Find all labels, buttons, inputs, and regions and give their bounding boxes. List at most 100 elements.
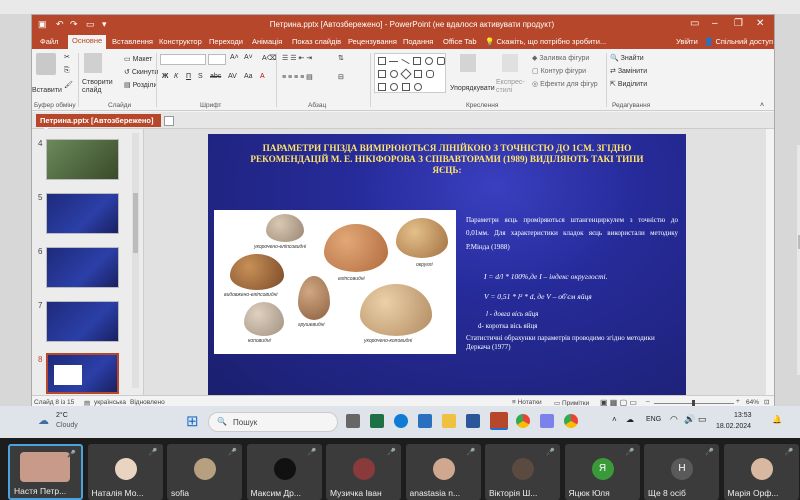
ribbon-options-icon[interactable]: ▭ [690, 18, 699, 29]
slideshow-icon[interactable]: ▭ [86, 19, 95, 30]
font-size-field[interactable] [208, 54, 226, 65]
notes-button[interactable]: ≡ Нотатки [512, 399, 542, 406]
participant-tile[interactable]: 🎤 Музичка Іван [326, 444, 401, 500]
slide-thumbnail-7[interactable] [46, 301, 119, 342]
menu-office-tab[interactable]: Office Tab [443, 37, 477, 46]
layout-button[interactable]: ▭ Макет [124, 55, 152, 63]
shapes-gallery[interactable] [374, 53, 446, 93]
collapse-ribbon-icon[interactable]: ˄ [760, 102, 764, 109]
chrome-icon[interactable] [516, 414, 530, 428]
fit-slide-icon[interactable]: ⊡ [764, 398, 769, 406]
arrange-button[interactable]: Упорядкувати [450, 85, 495, 92]
paste-button[interactable]: Вставити [32, 87, 62, 94]
slide-thumbnail-6[interactable] [46, 247, 119, 288]
copy-icon[interactable]: ⎘ [64, 67, 70, 75]
notifications-icon[interactable]: 🔔 [772, 415, 782, 424]
select-button[interactable]: ⇱ Виділити [610, 80, 647, 88]
zoom-in-icon[interactable]: + [736, 398, 740, 405]
redo-icon[interactable]: ↷ [70, 19, 78, 30]
participant-tile[interactable]: 🎤 Марія Орф... [723, 444, 799, 500]
undo-icon[interactable]: ↶ [56, 19, 64, 30]
input-language[interactable]: ENG [646, 416, 661, 423]
powerpoint-taskbar-icon[interactable] [490, 412, 508, 430]
italic-icon[interactable]: К [174, 73, 178, 80]
spacing-icon[interactable]: AV [228, 73, 237, 80]
reset-button[interactable]: ↺ Скинути [124, 68, 158, 76]
slide-thumbnail-4[interactable] [46, 139, 119, 180]
menu-transitions[interactable]: Переходи [209, 37, 243, 46]
thumbs-scrollbar[interactable] [132, 133, 139, 388]
maximize-icon[interactable]: ❐ [734, 18, 743, 29]
minimize-icon[interactable]: – [712, 18, 718, 29]
volume-icon[interactable]: 🔊 [684, 414, 695, 425]
menu-review[interactable]: Рецензування [348, 37, 397, 46]
weather-icon[interactable]: ☁ [38, 414, 49, 427]
create-slide-button[interactable]: Створити слайд [82, 79, 116, 96]
format-painter-icon[interactable]: 🖌 [64, 81, 73, 89]
slide-title[interactable]: ПАРАМЕТРИ ГНІЗДА ВИМІРЮЮТЬСЯ ЛІНІЙКОЮ З … [238, 143, 656, 176]
participant-tile[interactable]: 🎤 Наталія Мо... [87, 444, 163, 500]
teams-icon[interactable] [540, 414, 554, 428]
excel-icon[interactable] [370, 414, 384, 428]
replace-button[interactable]: ⇄ Замінити [610, 67, 647, 75]
shape-outline-button[interactable]: ▢ Контур фігури [532, 67, 586, 75]
menu-animations[interactable]: Анімація [252, 37, 282, 46]
participant-tile[interactable]: Я 🎤 Яцюк Юля [564, 444, 640, 500]
strike-icon[interactable]: abc [210, 73, 221, 80]
customize-icon[interactable]: ▾ [102, 19, 107, 30]
slide-thumbnail-5[interactable] [46, 193, 119, 234]
weather-desc[interactable]: Cloudy [56, 422, 78, 429]
express-styles-button[interactable]: Експрес-стилі [496, 79, 528, 96]
login-link[interactable]: Увійти [676, 37, 698, 46]
explorer-icon[interactable] [442, 414, 456, 428]
slide-text-block[interactable]: Параметри яєць проміряються штангенцирку… [466, 214, 678, 254]
battery-icon[interactable]: ▭ [698, 414, 707, 425]
align-text-icon[interactable]: ⊟ [338, 73, 344, 81]
document-tab[interactable]: Петрина.pptx [Автозбережено] ✕ [36, 114, 161, 134]
shape-fill-button[interactable]: ◆ Заливка фігури [532, 54, 589, 62]
align-icons[interactable]: ≡ ≡ ≡ ≡ ▤ [282, 73, 313, 81]
case-icon[interactable]: Aa [244, 73, 253, 80]
participant-tile[interactable]: 🎤 Вікторія Ш... [485, 444, 560, 500]
bold-icon[interactable]: Ж [162, 73, 168, 80]
shadow-icon[interactable]: S [198, 73, 203, 80]
participant-tile[interactable]: 🎤 Максим Др... [246, 444, 322, 500]
zoom-level[interactable]: 64% [746, 399, 759, 406]
language-indicator[interactable]: українська [94, 399, 126, 406]
share-button[interactable]: 👤 Спільний доступ [704, 37, 773, 46]
chrome-profile-icon[interactable] [564, 414, 578, 428]
tell-me-search[interactable]: 💡 Скажіть, що потрібно зробити... [485, 37, 606, 46]
clear-format-icon[interactable]: A⌫ [262, 54, 277, 62]
save-icon[interactable]: ▣ [38, 19, 47, 30]
participant-tile[interactable]: 🎤 Настя Петр... [8, 444, 83, 500]
participant-tile[interactable]: 🎤 anastasia n... [405, 444, 481, 500]
new-slide-icon[interactable] [84, 53, 102, 73]
slide-thumbnail-8[interactable] [46, 353, 119, 394]
tray-chevron-icon[interactable]: ˄ [612, 415, 617, 424]
zoom-slider[interactable] [654, 400, 734, 407]
font-color-icon[interactable]: A [260, 73, 265, 80]
text-direction-icon[interactable]: ⇅ [338, 54, 344, 62]
menu-insert[interactable]: Вставлення [112, 37, 153, 46]
participant-tile[interactable]: Н 🎤 Ще 8 осіб [644, 444, 719, 500]
underline-icon[interactable]: П [186, 73, 191, 80]
express-styles-icon[interactable] [502, 54, 518, 72]
store-icon[interactable] [418, 414, 432, 428]
clock-time[interactable]: 13:53 [734, 412, 752, 419]
menu-view[interactable]: Подання [403, 37, 433, 46]
task-view-icon[interactable] [346, 414, 360, 428]
current-slide[interactable]: ПАРАМЕТРИ ГНІЗДА ВИМІРЮЮТЬСЯ ЛІНІЙКОЮ З … [208, 134, 686, 402]
weather-temp[interactable]: 2°C [56, 412, 68, 419]
menu-home[interactable]: Основне [68, 35, 107, 49]
new-tab-icon[interactable] [164, 116, 174, 126]
cloud-icon[interactable]: ☁ [626, 415, 634, 424]
zoom-out-icon[interactable]: – [646, 398, 650, 405]
menu-file[interactable]: Файл [40, 37, 58, 46]
participant-tile[interactable]: 🎤 sofia [167, 444, 242, 500]
cut-icon[interactable]: ✂ [64, 53, 70, 61]
start-icon[interactable]: ⊞ [186, 412, 199, 430]
clock-date[interactable]: 18.02.2024 [716, 423, 751, 430]
font-name-field[interactable] [160, 54, 206, 65]
sections-button[interactable]: ▤ Розділи [124, 81, 157, 89]
egg-types-image[interactable]: укорочено-еліпсовидні округлі еліпсовидн… [214, 210, 456, 354]
